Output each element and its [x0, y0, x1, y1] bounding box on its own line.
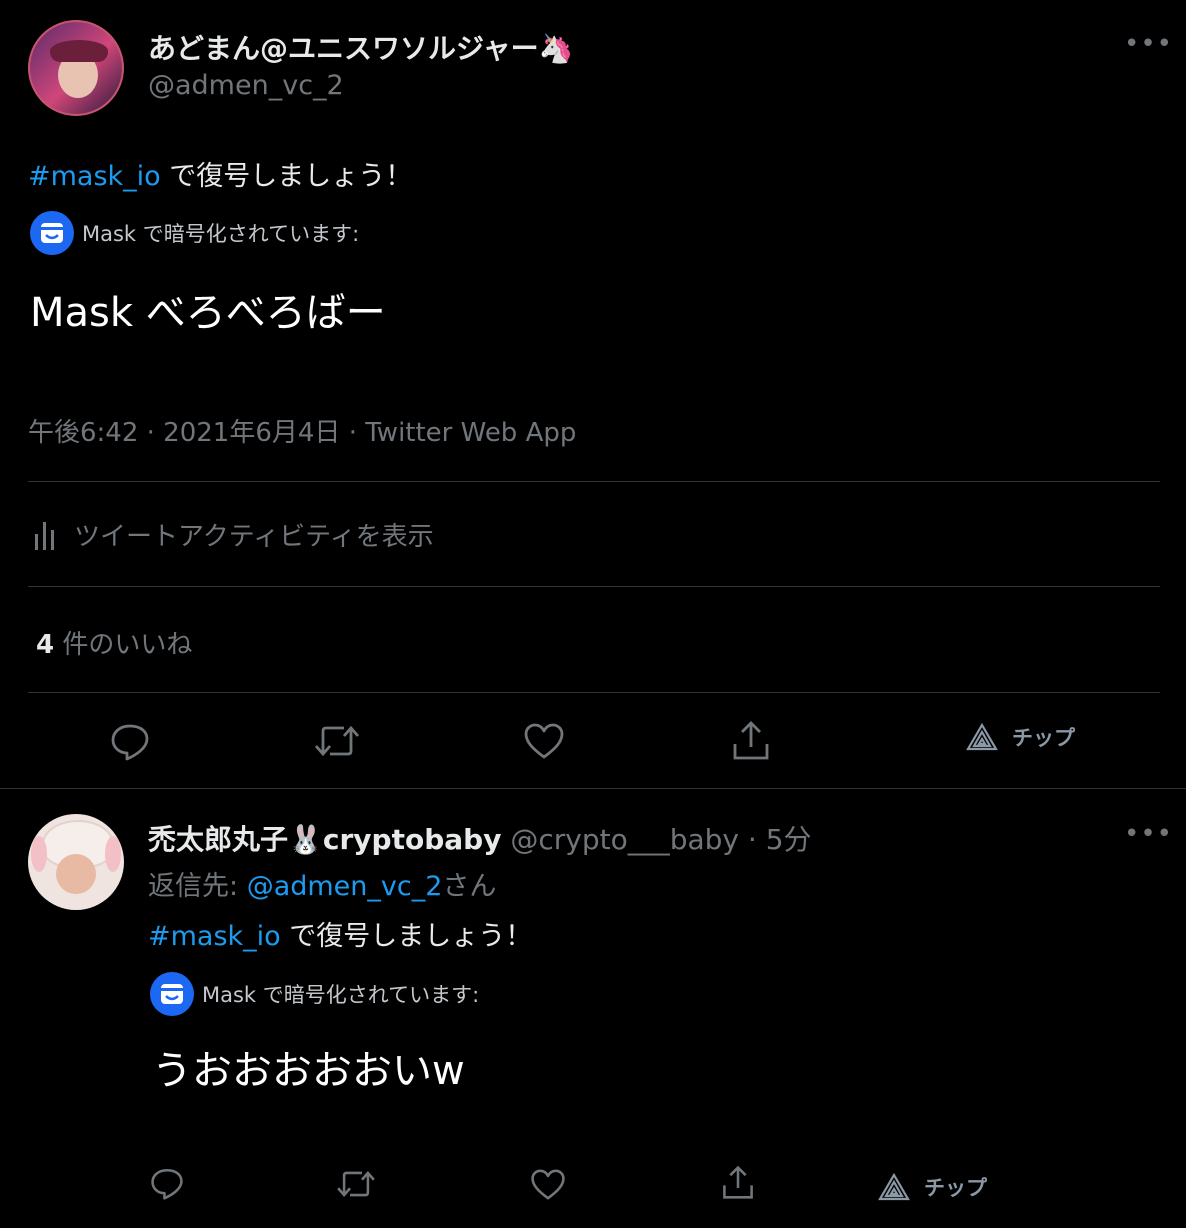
likes-count: 4 — [36, 630, 55, 660]
more-icon[interactable]: ••• — [1124, 31, 1173, 57]
retweet-icon[interactable] — [314, 721, 360, 761]
author-avatar[interactable] — [28, 20, 124, 116]
reply-mask-notice-text: Mask で暗号化されています: — [202, 983, 480, 1007]
reply-author-avatar[interactable] — [28, 814, 124, 910]
tweet-activity-label: ツイートアクティビティを表示 — [74, 522, 434, 552]
likes-count-link[interactable]: 4 件のいいね — [36, 624, 192, 661]
tip-icon — [966, 723, 1012, 751]
reply-tip-button[interactable]: チップ — [878, 1172, 987, 1202]
reply-time[interactable]: · 5分 — [739, 823, 812, 856]
reply-mask-notice: Mask で暗号化されています: — [150, 972, 479, 1016]
share-icon[interactable] — [721, 1164, 755, 1200]
author-handle[interactable]: @admen_vc_2 — [148, 70, 344, 101]
reply-decrypted-message: うおおおおおいw — [152, 1048, 465, 1094]
reply-to-line: 返信先: @admen_vc_2さん — [148, 864, 496, 903]
reply-to-suffix: さん — [442, 871, 497, 902]
author-display-name[interactable]: あどまん@ユニスワソルジャー — [148, 32, 539, 65]
more-icon[interactable]: ••• — [1124, 821, 1173, 847]
tip-button[interactable]: チップ — [966, 722, 1075, 752]
share-icon[interactable] — [731, 719, 771, 761]
divider — [28, 586, 1160, 587]
reply-icon[interactable] — [110, 721, 150, 761]
reply-author-name-suffix[interactable]: cryptobaby — [323, 823, 502, 856]
tweet-activity-link[interactable]: ツイートアクティビティを表示 — [34, 516, 434, 553]
reply-text: で復号しましょう！ — [280, 921, 533, 952]
like-icon[interactable] — [530, 1168, 566, 1201]
tweet-text: で復号しましょう！ — [160, 161, 413, 192]
decrypted-message: Mask べろべろばー — [30, 290, 386, 336]
reply-author-display-name[interactable]: 禿太郎丸子 — [148, 823, 288, 856]
reply-icon[interactable] — [150, 1166, 184, 1200]
divider — [0, 788, 1186, 789]
like-icon[interactable] — [523, 722, 565, 760]
divider — [28, 692, 1160, 693]
reply-tip-label: チップ — [924, 1176, 987, 1200]
mask-notice-text: Mask で暗号化されています: — [82, 222, 360, 246]
reply-to-label: 返信先: — [148, 871, 247, 902]
hashtag-link[interactable]: #mask_io — [28, 161, 161, 192]
tip-label: チップ — [1012, 726, 1075, 750]
retweet-icon[interactable] — [336, 1167, 376, 1201]
tweet-timestamp[interactable]: 午後6:42 · 2021年6月4日 · Twitter Web App — [28, 412, 576, 449]
mask-logo-icon — [30, 211, 74, 255]
likes-label: 件のいいね — [54, 630, 193, 660]
unicorn-emoji: 🦄 — [538, 32, 574, 65]
analytics-icon — [34, 520, 56, 550]
reply-hashtag-link[interactable]: #mask_io — [148, 921, 281, 952]
tip-icon — [878, 1173, 924, 1201]
mask-notice: Mask で暗号化されています: — [30, 211, 359, 255]
mask-logo-icon — [150, 972, 194, 1016]
reply-author-handle[interactable]: @crypto___baby — [510, 823, 739, 856]
divider — [28, 481, 1160, 482]
rabbit-emoji: 🐰 — [288, 823, 323, 856]
reply-to-handle[interactable]: @admen_vc_2 — [247, 871, 443, 902]
